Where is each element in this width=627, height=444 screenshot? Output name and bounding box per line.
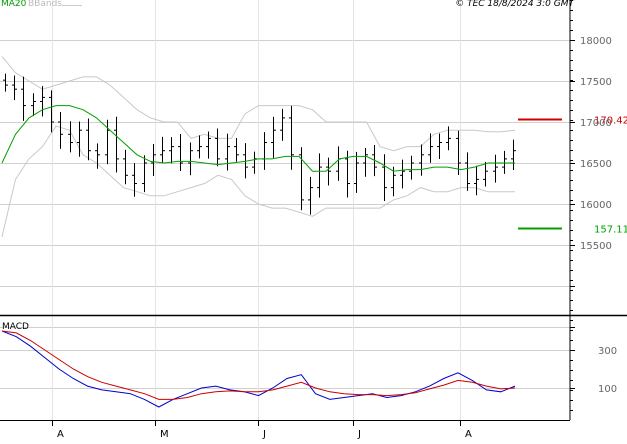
- macd-panel-label: MACD: [2, 322, 29, 332]
- x-tick-label: M: [160, 429, 169, 440]
- price-tick-label: 16000: [580, 200, 612, 211]
- price-tick-label: 15500: [580, 241, 612, 252]
- legend-ma20[interactable]: MA20: [1, 0, 26, 9]
- reference-levels-layer: 170.42157.11: [518, 116, 627, 236]
- macd-tick-label: 100: [598, 384, 617, 395]
- macd-tick-label: 300: [598, 346, 617, 357]
- x-tick-label: J: [357, 429, 361, 440]
- legend-bbands-swatch: [62, 5, 82, 6]
- legend-bbands[interactable]: BBands: [28, 0, 62, 9]
- x-tick-label: J: [262, 429, 266, 440]
- ohlc-bars-layer: [3, 73, 516, 215]
- grid-layer: [0, 0, 570, 420]
- copyright-text: © TEC 18/8/2024 3:0 GMT: [455, 0, 574, 9]
- axis-layer: 18000 17500 17000 16500 16000 15500 300 100 A M J J…: [0, 0, 627, 440]
- price-tick-label: 18000: [580, 36, 612, 47]
- price-tick-label: 17500: [580, 77, 612, 88]
- x-tick-label: A: [465, 429, 472, 440]
- x-tick-label: A: [57, 429, 64, 440]
- price-tick-label: 17000: [580, 118, 612, 129]
- price-tick-label: 16500: [580, 159, 612, 170]
- chart-area: 170.42 157.11 18000 17500 17000 16500 16000 15…: [0, 0, 627, 440]
- chart-svg: 170.42157.11 18000 17500 17000 16500 16000 15…: [0, 0, 627, 440]
- reference-level-label: 157.11: [594, 225, 627, 236]
